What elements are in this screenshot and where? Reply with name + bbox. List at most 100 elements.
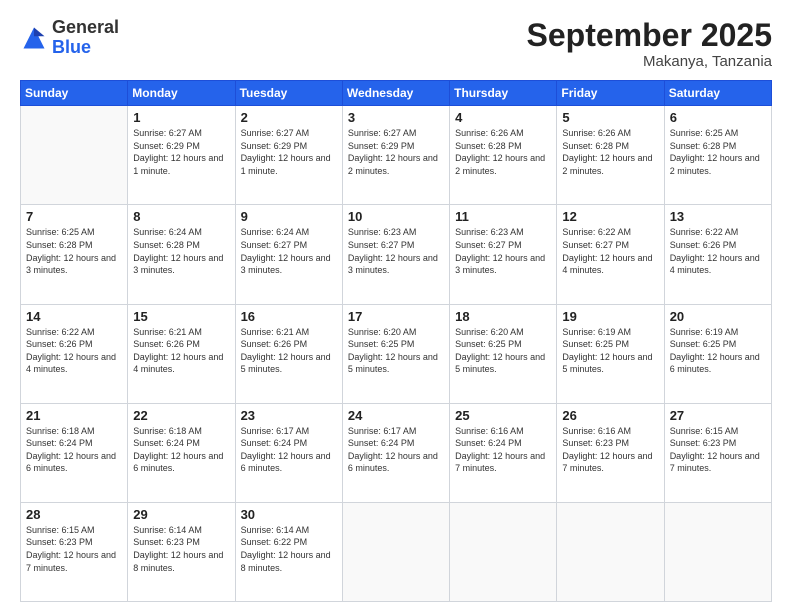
header-thursday: Thursday: [450, 81, 557, 106]
header-sunday: Sunday: [21, 81, 128, 106]
day-number: 5: [562, 110, 658, 125]
month-title: September 2025: [527, 18, 772, 53]
day-number: 21: [26, 408, 122, 423]
header-wednesday: Wednesday: [342, 81, 449, 106]
day-number: 30: [241, 507, 337, 522]
table-row: 22 Sunrise: 6:18 AM Sunset: 6:24 PM Dayli…: [128, 403, 235, 502]
table-row: 9 Sunrise: 6:24 AM Sunset: 6:27 PM Daylig…: [235, 205, 342, 304]
day-number: 8: [133, 209, 229, 224]
day-info: Sunrise: 6:15 AM Sunset: 6:23 PM Dayligh…: [26, 524, 122, 574]
table-row: 7 Sunrise: 6:25 AM Sunset: 6:28 PM Daylig…: [21, 205, 128, 304]
table-row: 6 Sunrise: 6:25 AM Sunset: 6:28 PM Daylig…: [664, 106, 771, 205]
day-info: Sunrise: 6:21 AM Sunset: 6:26 PM Dayligh…: [133, 326, 229, 376]
day-number: 28: [26, 507, 122, 522]
day-number: 4: [455, 110, 551, 125]
day-number: 22: [133, 408, 229, 423]
table-row: 13 Sunrise: 6:22 AM Sunset: 6:26 PM Dayli…: [664, 205, 771, 304]
table-row: 20 Sunrise: 6:19 AM Sunset: 6:25 PM Dayli…: [664, 304, 771, 403]
weekday-header-row: Sunday Monday Tuesday Wednesday Thursday…: [21, 81, 772, 106]
day-info: Sunrise: 6:19 AM Sunset: 6:25 PM Dayligh…: [562, 326, 658, 376]
table-row: 5 Sunrise: 6:26 AM Sunset: 6:28 PM Daylig…: [557, 106, 664, 205]
table-row: [557, 502, 664, 601]
table-row: 28 Sunrise: 6:15 AM Sunset: 6:23 PM Dayli…: [21, 502, 128, 601]
day-info: Sunrise: 6:17 AM Sunset: 6:24 PM Dayligh…: [241, 425, 337, 475]
table-row: 3Sunrise: 6:27 AM Sunset: 6:29 PM Daylig…: [342, 106, 449, 205]
day-info: Sunrise: 6:20 AM Sunset: 6:25 PM Dayligh…: [455, 326, 551, 376]
day-number: 13: [670, 209, 766, 224]
table-row: 11Sunrise: 6:23 AM Sunset: 6:27 PM Dayli…: [450, 205, 557, 304]
table-row: [450, 502, 557, 601]
calendar-table: Sunday Monday Tuesday Wednesday Thursday…: [20, 80, 772, 602]
day-info: Sunrise: 6:20 AM Sunset: 6:25 PM Dayligh…: [348, 326, 444, 376]
header-monday: Monday: [128, 81, 235, 106]
day-info: Sunrise: 6:27 AM Sunset: 6:29 PM Dayligh…: [241, 127, 337, 177]
table-row: 26 Sunrise: 6:16 AM Sunset: 6:23 PM Dayli…: [557, 403, 664, 502]
day-number: 1: [133, 110, 229, 125]
table-row: 12 Sunrise: 6:22 AM Sunset: 6:27 PM Dayli…: [557, 205, 664, 304]
table-row: 4 Sunrise: 6:26 AM Sunset: 6:28 PM Daylig…: [450, 106, 557, 205]
table-row: 8 Sunrise: 6:24 AM Sunset: 6:28 PM Daylig…: [128, 205, 235, 304]
table-row: 18 Sunrise: 6:20 AM Sunset: 6:25 PM Dayli…: [450, 304, 557, 403]
day-number: 2: [241, 110, 337, 125]
table-row: 1Sunrise: 6:27 AM Sunset: 6:29 PM Daylig…: [128, 106, 235, 205]
day-number: 9: [241, 209, 337, 224]
day-number: 12: [562, 209, 658, 224]
day-number: 7: [26, 209, 122, 224]
day-number: 16: [241, 309, 337, 324]
day-info: Sunrise: 6:14 AM Sunset: 6:23 PM Dayligh…: [133, 524, 229, 574]
day-number: 20: [670, 309, 766, 324]
page: General Blue September 2025 Makanya, Tan…: [0, 0, 792, 612]
location-subtitle: Makanya, Tanzania: [527, 53, 772, 70]
day-info: Sunrise: 6:27 AM Sunset: 6:29 PM Dayligh…: [348, 127, 444, 177]
header: General Blue September 2025 Makanya, Tan…: [20, 18, 772, 70]
logo: General Blue: [20, 18, 119, 58]
day-number: 27: [670, 408, 766, 423]
day-info: Sunrise: 6:24 AM Sunset: 6:28 PM Dayligh…: [133, 226, 229, 276]
table-row: 10Sunrise: 6:23 AM Sunset: 6:27 PM Dayli…: [342, 205, 449, 304]
day-info: Sunrise: 6:26 AM Sunset: 6:28 PM Dayligh…: [562, 127, 658, 177]
day-number: 6: [670, 110, 766, 125]
day-info: Sunrise: 6:19 AM Sunset: 6:25 PM Dayligh…: [670, 326, 766, 376]
table-row: 30 Sunrise: 6:14 AM Sunset: 6:22 PM Dayli…: [235, 502, 342, 601]
day-info: Sunrise: 6:22 AM Sunset: 6:26 PM Dayligh…: [670, 226, 766, 276]
table-row: 19Sunrise: 6:19 AM Sunset: 6:25 PM Dayli…: [557, 304, 664, 403]
table-row: [21, 106, 128, 205]
table-row: 25Sunrise: 6:16 AM Sunset: 6:24 PM Dayli…: [450, 403, 557, 502]
day-number: 24: [348, 408, 444, 423]
day-info: Sunrise: 6:24 AM Sunset: 6:27 PM Dayligh…: [241, 226, 337, 276]
day-number: 15: [133, 309, 229, 324]
day-info: Sunrise: 6:18 AM Sunset: 6:24 PM Dayligh…: [26, 425, 122, 475]
day-info: Sunrise: 6:26 AM Sunset: 6:28 PM Dayligh…: [455, 127, 551, 177]
table-row: 24 Sunrise: 6:17 AM Sunset: 6:24 PM Dayli…: [342, 403, 449, 502]
day-info: Sunrise: 6:25 AM Sunset: 6:28 PM Dayligh…: [670, 127, 766, 177]
day-number: 25: [455, 408, 551, 423]
table-row: [342, 502, 449, 601]
day-info: Sunrise: 6:25 AM Sunset: 6:28 PM Dayligh…: [26, 226, 122, 276]
table-row: 15 Sunrise: 6:21 AM Sunset: 6:26 PM Dayli…: [128, 304, 235, 403]
day-info: Sunrise: 6:22 AM Sunset: 6:27 PM Dayligh…: [562, 226, 658, 276]
day-number: 23: [241, 408, 337, 423]
day-info: Sunrise: 6:17 AM Sunset: 6:24 PM Dayligh…: [348, 425, 444, 475]
day-number: 14: [26, 309, 122, 324]
header-tuesday: Tuesday: [235, 81, 342, 106]
day-number: 18: [455, 309, 551, 324]
logo-general: General: [52, 17, 119, 37]
header-saturday: Saturday: [664, 81, 771, 106]
day-number: 17: [348, 309, 444, 324]
day-number: 26: [562, 408, 658, 423]
logo-blue: Blue: [52, 37, 91, 57]
table-row: [664, 502, 771, 601]
day-number: 10: [348, 209, 444, 224]
day-info: Sunrise: 6:14 AM Sunset: 6:22 PM Dayligh…: [241, 524, 337, 574]
logo-icon: [20, 24, 48, 52]
title-block: September 2025 Makanya, Tanzania: [527, 18, 772, 70]
day-info: Sunrise: 6:21 AM Sunset: 6:26 PM Dayligh…: [241, 326, 337, 376]
table-row: 27Sunrise: 6:15 AM Sunset: 6:23 PM Dayli…: [664, 403, 771, 502]
day-info: Sunrise: 6:16 AM Sunset: 6:23 PM Dayligh…: [562, 425, 658, 475]
table-row: 29Sunrise: 6:14 AM Sunset: 6:23 PM Dayli…: [128, 502, 235, 601]
day-info: Sunrise: 6:18 AM Sunset: 6:24 PM Dayligh…: [133, 425, 229, 475]
header-friday: Friday: [557, 81, 664, 106]
day-number: 11: [455, 209, 551, 224]
table-row: 23 Sunrise: 6:17 AM Sunset: 6:24 PM Dayli…: [235, 403, 342, 502]
table-row: 16 Sunrise: 6:21 AM Sunset: 6:26 PM Dayli…: [235, 304, 342, 403]
